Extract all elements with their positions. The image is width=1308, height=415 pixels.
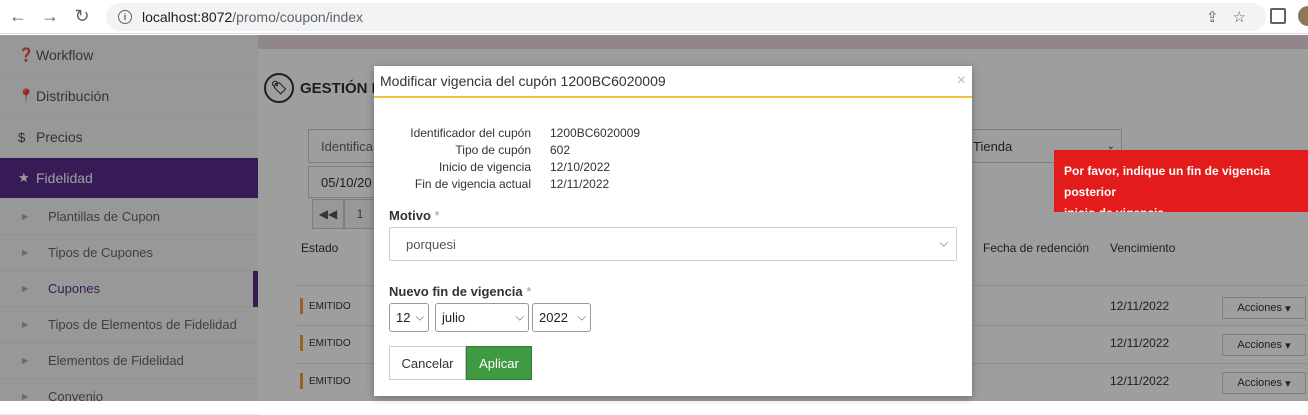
year-select-value: 2022 <box>539 310 568 325</box>
month-select-value: julio <box>442 310 466 325</box>
error-toast[interactable]: Por favor, indique un fin de vigencia po… <box>1054 150 1308 212</box>
site-info-icon[interactable]: i <box>118 10 132 24</box>
cancel-button[interactable]: Cancelar <box>389 346 466 380</box>
info-row: Fin de vigencia actual 12/11/2022 <box>374 177 774 194</box>
required-mark: * <box>526 284 532 299</box>
modal-title: Modificar vigencia del cupón 1200BC60200… <box>380 73 666 89</box>
chevron-down-icon: ⌵ <box>577 311 586 323</box>
info-row: Identificador del cupón 1200BC6020009 <box>374 126 774 143</box>
motivo-select-value: porquesi <box>406 236 456 252</box>
chevron-down-icon: ⌵ <box>515 311 524 323</box>
toast-message-line2: inicio de vigencia <box>1064 203 1308 212</box>
address-bar[interactable]: i localhost:8072/promo/coupon/index ⇪ ☆ <box>106 3 1266 31</box>
back-arrow-icon[interactable]: ← <box>4 3 32 31</box>
chevron-down-icon: ⌵ <box>415 311 424 323</box>
close-icon[interactable]: × <box>957 72 966 90</box>
coupon-info: Identificador del cupón 1200BC6020009 Ti… <box>374 126 774 194</box>
chevron-down-icon: ⌵ <box>939 237 948 250</box>
motivo-label-text: Motivo <box>389 208 431 223</box>
info-label: Inicio de vigencia <box>438 160 531 174</box>
bookmark-star-icon[interactable]: ☆ <box>1233 8 1246 26</box>
info-value: 1200BC6020009 <box>550 126 641 140</box>
year-select[interactable]: 2022 ⌵ <box>532 303 591 332</box>
browser-toolbar: ← → ↻ i localhost:8072/promo/coupon/inde… <box>0 0 1308 34</box>
toast-message-line1: Por favor, indique un fin de vigencia po… <box>1064 164 1271 199</box>
share-icon[interactable]: ⇪ <box>1206 8 1219 26</box>
avatar[interactable] <box>1298 6 1308 26</box>
modify-validity-modal: Modificar vigencia del cupón 1200BC60200… <box>374 66 972 396</box>
day-select-value: 12 <box>396 310 411 325</box>
info-label: Fin de vigencia actual <box>414 177 531 191</box>
info-value: 12/10/2022 <box>550 160 611 174</box>
info-label: Identificador del cupón <box>410 126 531 140</box>
nuevo-fin-label-text: Nuevo fin de vigencia <box>389 284 523 299</box>
url-path: /promo/coupon/index <box>232 9 364 25</box>
forward-arrow-icon[interactable]: → <box>36 3 64 31</box>
info-row: Inicio de vigencia 12/10/2022 <box>374 160 774 177</box>
reload-icon[interactable]: ↻ <box>68 3 96 31</box>
motivo-select[interactable]: porquesi ⌵ <box>389 227 957 261</box>
info-row: Tipo de cupón 602 <box>374 143 774 160</box>
required-mark: * <box>434 208 440 223</box>
nuevo-fin-label: Nuevo fin de vigencia * <box>389 284 531 299</box>
modal-header: Modificar vigencia del cupón 1200BC60200… <box>374 66 972 98</box>
month-select[interactable]: julio ⌵ <box>435 303 529 332</box>
url-host: localhost:8072 <box>142 9 233 25</box>
side-panel-icon[interactable] <box>1270 8 1286 24</box>
info-value: 12/11/2022 <box>550 177 610 191</box>
day-select[interactable]: 12 ⌵ <box>389 303 429 332</box>
info-label: Tipo de cupón <box>455 143 531 157</box>
info-value: 602 <box>550 143 571 157</box>
motivo-label: Motivo * <box>389 208 440 223</box>
apply-button[interactable]: Aplicar <box>466 346 532 380</box>
